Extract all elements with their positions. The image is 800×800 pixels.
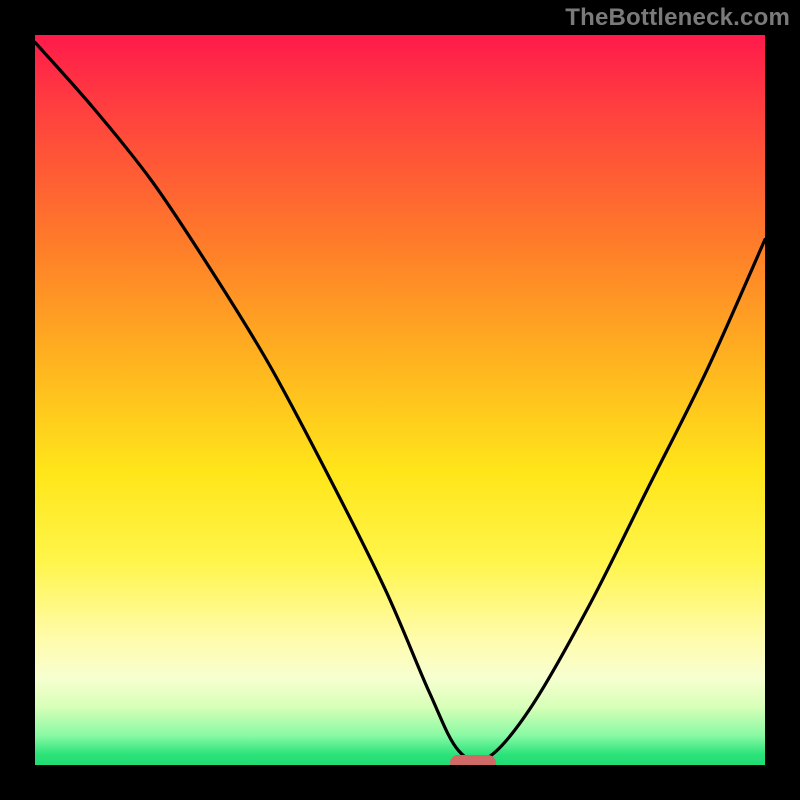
optimal-point-marker: [450, 755, 496, 765]
chart-line-svg: [35, 35, 765, 765]
chart-plot-area: [35, 35, 765, 765]
bottleneck-curve-path: [35, 42, 765, 761]
watermark-text: TheBottleneck.com: [565, 4, 790, 32]
